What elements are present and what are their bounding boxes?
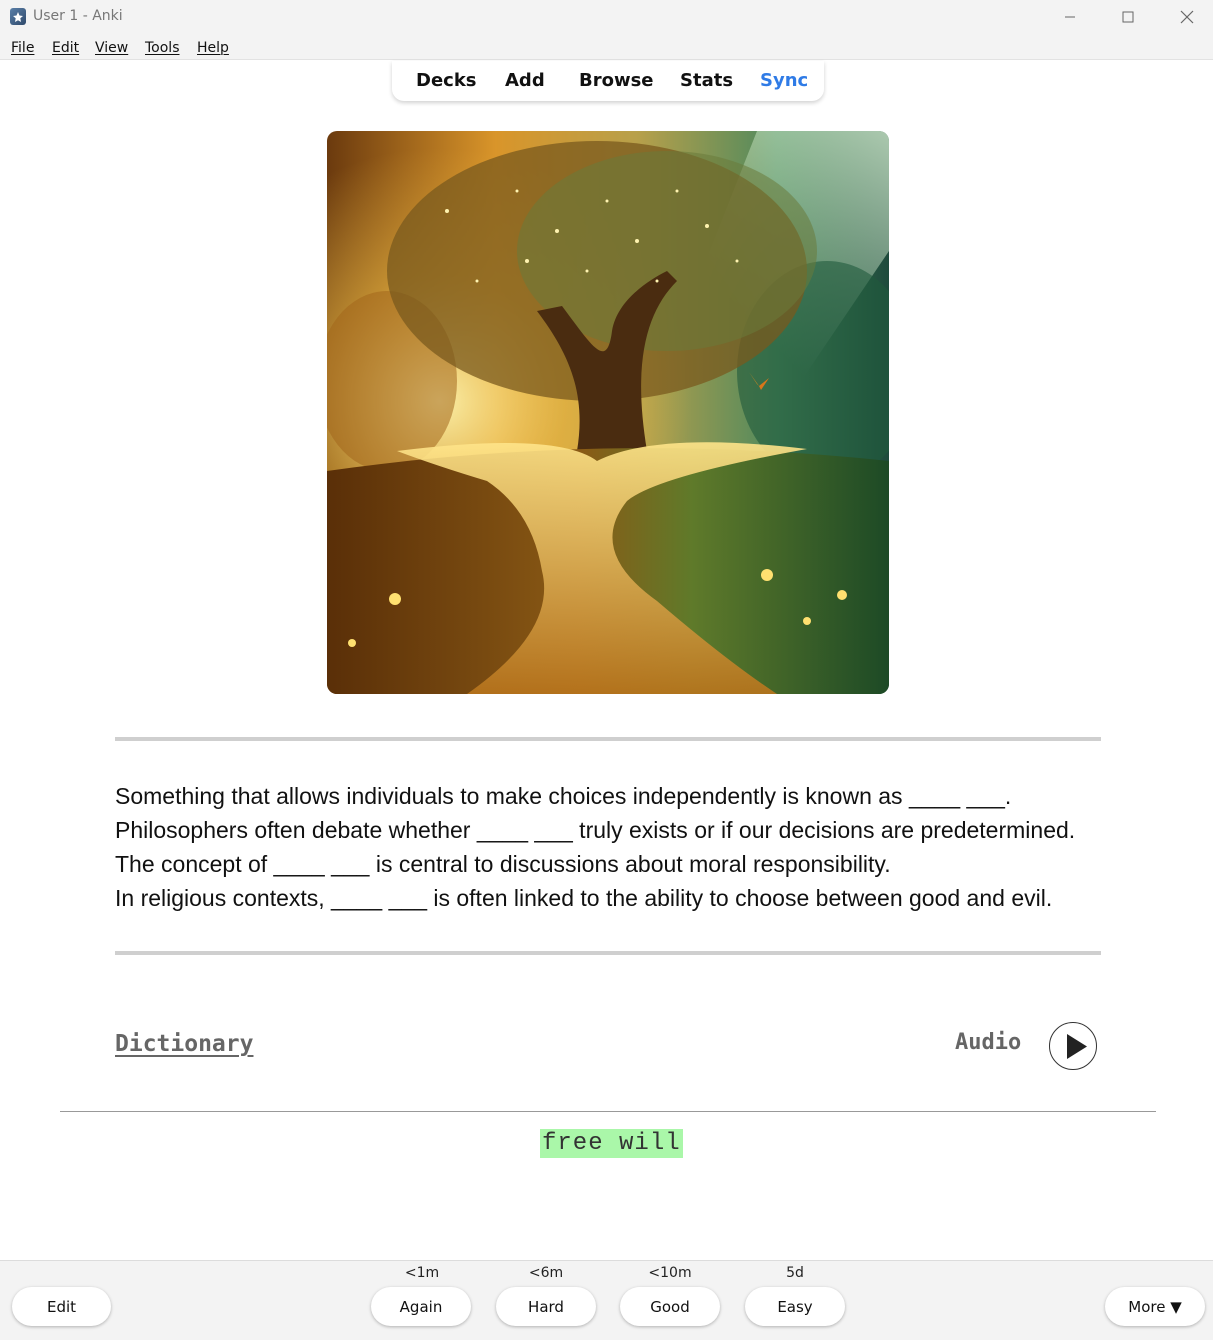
- answer-divider: [60, 1111, 1156, 1112]
- hard-button[interactable]: Hard: [496, 1287, 596, 1326]
- audio-label: Audio: [955, 1030, 1022, 1055]
- cloze-sentence: Something that allows individuals to mak…: [115, 783, 1012, 809]
- menu-view[interactable]: View: [95, 40, 128, 56]
- good-interval: <10m: [648, 1265, 692, 1281]
- play-icon: [1067, 1034, 1087, 1059]
- maximize-icon[interactable]: [1099, 0, 1157, 34]
- menu-bar: File Edit View Tools Help: [0, 34, 1213, 60]
- cloze-sentence: The concept of ____ ___ is central to di…: [115, 851, 891, 877]
- toolbar-browse[interactable]: Browse: [579, 70, 654, 91]
- minimize-icon[interactable]: [1041, 0, 1099, 34]
- cloze-sentences: Something that allows individuals to mak…: [115, 779, 1115, 915]
- review-bar: [0, 1260, 1213, 1340]
- close-icon[interactable]: [1158, 0, 1213, 34]
- menu-file[interactable]: File: [11, 40, 34, 56]
- easy-interval: 5d: [786, 1265, 804, 1281]
- again-interval: <1m: [404, 1265, 440, 1281]
- cloze-sentence: In religious contexts, ____ ___ is often…: [115, 885, 1053, 911]
- toolbar-add[interactable]: Add: [505, 70, 545, 91]
- dictionary-link[interactable]: Dictionary: [115, 1031, 253, 1057]
- play-audio-button[interactable]: [1049, 1022, 1097, 1070]
- hard-interval: <6m: [528, 1265, 564, 1281]
- window-title: User 1 - Anki: [33, 8, 123, 24]
- easy-button[interactable]: Easy: [745, 1287, 845, 1326]
- toolbar-decks[interactable]: Decks: [416, 70, 477, 91]
- again-button[interactable]: Again: [371, 1287, 471, 1326]
- menu-help[interactable]: Help: [197, 40, 229, 56]
- good-button[interactable]: Good: [620, 1287, 720, 1326]
- toolbar-stats[interactable]: Stats: [680, 70, 733, 91]
- cloze-sentence: Philosophers often debate whether ____ _…: [115, 817, 1076, 843]
- card-image: [327, 131, 889, 694]
- anki-app-icon: [10, 8, 26, 25]
- answer-text: free will: [540, 1129, 683, 1158]
- toolbar-sync[interactable]: Sync: [760, 70, 808, 91]
- more-button[interactable]: More ▼: [1105, 1287, 1205, 1326]
- title-bar: User 1 - Anki: [0, 0, 1213, 34]
- menu-edit[interactable]: Edit: [52, 40, 79, 56]
- divider-bottom: [115, 951, 1101, 955]
- edit-button[interactable]: Edit: [12, 1287, 111, 1326]
- main-toolbar: Decks Add Browse Stats Sync: [392, 61, 824, 101]
- divider-top: [115, 737, 1101, 741]
- menu-tools[interactable]: Tools: [145, 40, 180, 56]
